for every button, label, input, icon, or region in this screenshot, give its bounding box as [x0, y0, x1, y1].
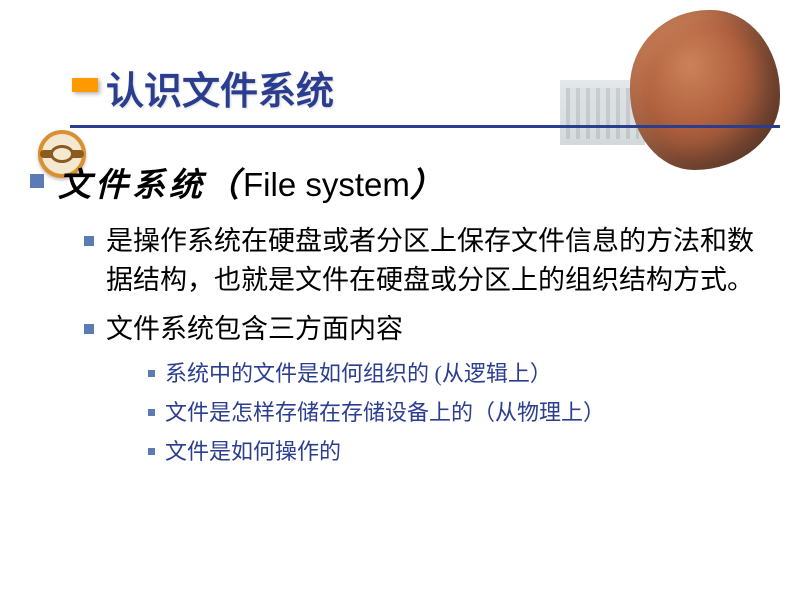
sublist-item: 文件是怎样存储在存储设备上的（从物理上）: [148, 398, 760, 429]
bullet-icon: [148, 370, 155, 377]
accent-bar: [72, 78, 98, 92]
bullet-icon: [148, 448, 155, 455]
sublist-item: 系统中的文件是如何组织的 (从逻辑上）: [148, 359, 760, 390]
slide-title: 认识文件系统: [106, 60, 800, 115]
slide-header: 认识文件系统: [0, 0, 800, 128]
sublist-text: 文件是如何操作的: [165, 437, 341, 468]
heading-item: 文件系统（File system）: [30, 158, 760, 206]
heading-text: 文件系统（File system）: [58, 158, 447, 206]
bullet-icon: [148, 409, 155, 416]
sublist-text: 文件是怎样存储在存储设备上的（从物理上）: [165, 398, 605, 429]
heading-cn: 文件系统（: [58, 168, 243, 204]
bullet-icon: [30, 174, 44, 188]
sublist-item: 文件是如何操作的: [148, 437, 760, 468]
heading-en: File system: [243, 166, 410, 203]
sublist-text: 系统中的文件是如何组织的 (从逻辑上）: [165, 359, 552, 390]
heading-close: ）: [410, 168, 447, 204]
bullet-icon: [84, 236, 94, 246]
slide-body: 文件系统（File system） 是操作系统在硬盘或者分区上保存文件信息的方法…: [0, 128, 800, 468]
list-item: 是操作系统在硬盘或者分区上保存文件信息的方法和数据结构，也就是文件在硬盘或分区上…: [84, 222, 760, 300]
list-text: 是操作系统在硬盘或者分区上保存文件信息的方法和数据结构，也就是文件在硬盘或分区上…: [106, 222, 760, 300]
list-item: 文件系统包含三方面内容: [84, 310, 760, 349]
list-text: 文件系统包含三方面内容: [106, 310, 403, 349]
bullet-icon: [84, 324, 94, 334]
